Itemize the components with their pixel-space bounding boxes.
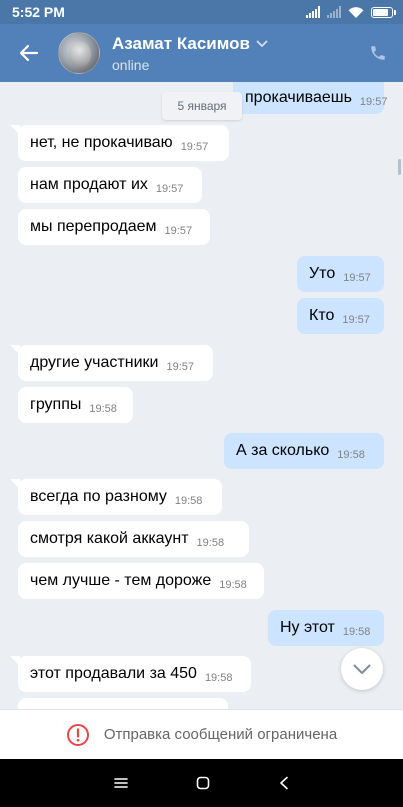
call-button[interactable] [353, 24, 403, 82]
message-time: 19:58 [204, 672, 233, 684]
message-time: 19:57 [343, 272, 371, 284]
message-bubble[interactable]: всегда по разному 19:58 [10, 479, 222, 515]
contact-name: Азамат Касимов [112, 33, 250, 53]
message-time: 19:57 [342, 314, 370, 326]
message-list[interactable]: прокачиваешь 19:57 5 января нет, не прок… [0, 82, 403, 709]
home-icon[interactable] [196, 776, 210, 790]
message-time: 19:57 [359, 96, 388, 108]
message-text: смотря какой аккаунт [30, 530, 189, 547]
battery-icon [371, 6, 396, 18]
message-text: А за сколько [236, 442, 330, 459]
message-text: чем лучше - тем дороже [30, 572, 212, 589]
message-bubble[interactable]: нет, не прокачиваю 19:57 [10, 125, 229, 161]
contact-status: online [112, 56, 150, 73]
scroll-down-button[interactable] [341, 648, 383, 690]
message-time: 19:57 [180, 141, 209, 153]
status-time: 5:52 PM [12, 4, 65, 20]
message-bubble[interactable]: Ну этот 19:58 [268, 610, 384, 646]
chevron-down-icon [353, 664, 371, 674]
message-bubble-partial[interactable] [18, 698, 228, 709]
message-time: 19:57 [155, 183, 184, 195]
message-text: группы [30, 396, 82, 413]
status-bar: 5:52 PM [0, 0, 403, 24]
avatar[interactable] [58, 32, 100, 74]
back-button[interactable] [0, 24, 58, 82]
message-text: нам продают их [30, 176, 148, 193]
restriction-bar: Отправка сообщений ограничена [0, 709, 403, 759]
message-text: Ну этот [280, 619, 335, 636]
phone-icon [371, 46, 385, 60]
message-bubble[interactable]: Уто 19:57 [297, 256, 384, 292]
message-bubble[interactable]: мы перепродаем 19:57 [18, 209, 210, 245]
message-time: 19:58 [174, 495, 203, 507]
system-nav-bar [0, 759, 403, 807]
signal-icon [306, 6, 320, 18]
message-bubble[interactable]: Кто 19:57 [297, 298, 384, 334]
message-bubble[interactable]: нам продают их 19:57 [18, 167, 202, 203]
message-text: Уто [309, 265, 336, 282]
message-time: 19:58 [196, 537, 225, 549]
message-bubble[interactable]: группы 19:58 [18, 387, 133, 423]
message-text: другие участники [30, 354, 159, 371]
message-text: прокачиваешь [245, 89, 352, 106]
message-time: 19:58 [89, 403, 117, 415]
message-bubble[interactable]: этот продавали за 450 19:58 [10, 656, 251, 692]
alert-circle-icon [66, 723, 89, 746]
chevron-down-icon [256, 40, 268, 47]
message-text: Кто [309, 307, 335, 324]
message-text: мы перепродаем [30, 218, 157, 235]
restriction-text: Отправка сообщений ограничена [103, 726, 338, 743]
message-time: 19:57 [164, 225, 193, 237]
message-time: 19:57 [166, 361, 194, 373]
contact-info[interactable]: Азамат Касимов online [112, 34, 353, 73]
message-time: 19:58 [342, 626, 371, 638]
message-bubble[interactable]: прокачиваешь 19:57 [233, 82, 387, 114]
wifi-icon [348, 7, 364, 18]
message-bubble[interactable]: смотря какой аккаунт 19:58 [18, 521, 249, 557]
message-text: этот продавали за 450 [30, 665, 197, 682]
chat-header: Азамат Касимов online [0, 24, 403, 82]
signal-2-icon [327, 6, 341, 18]
status-icons [306, 6, 396, 18]
contact-name-row: Азамат Касимов [112, 34, 353, 54]
message-bubble[interactable]: другие участники 19:57 [10, 345, 213, 381]
scrollbar-thumb[interactable] [398, 159, 401, 175]
message-text: всегда по разному [30, 488, 167, 505]
arrow-left-icon [19, 44, 39, 62]
message-text: нет, не прокачиваю [30, 134, 173, 151]
message-bubble[interactable]: А за сколько 19:58 [224, 433, 384, 469]
date-separator: 5 января [162, 92, 242, 120]
menu-icon[interactable] [114, 777, 128, 789]
message-time: 19:58 [219, 579, 247, 591]
message-time: 19:58 [337, 449, 365, 461]
back-icon[interactable] [279, 776, 289, 790]
message-bubble[interactable]: чем лучше - тем дороже 19:58 [18, 563, 264, 599]
